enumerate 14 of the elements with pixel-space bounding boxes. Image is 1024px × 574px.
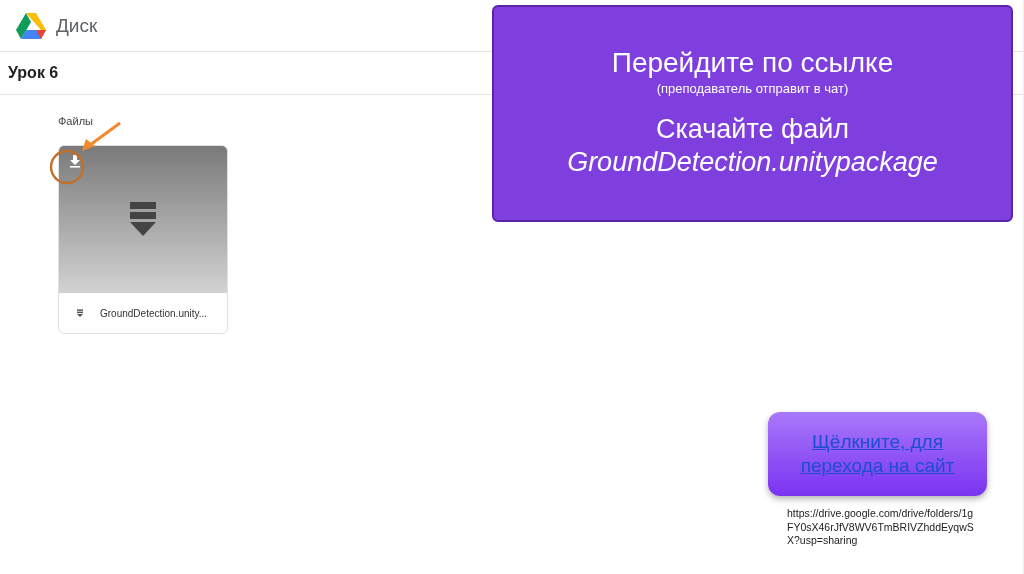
app-name: Диск (56, 14, 98, 37)
download-icon[interactable] (68, 154, 82, 168)
file-card[interactable]: GroundDetection.unity... (58, 145, 228, 334)
callout-heading: Перейдите по ссылке (611, 47, 894, 79)
section-label: Файлы (58, 115, 94, 127)
callout-filename: GroundDetection.unitypackage (567, 147, 938, 178)
callout-note: (преподаватель отправит в чат) (656, 81, 849, 96)
drive-logo-icon (16, 12, 46, 39)
file-name: GroundDetection.unity... (100, 307, 208, 319)
package-icon (77, 308, 83, 318)
package-icon (130, 201, 156, 238)
url-text: https://drive.google.com/drive/folders/1gFY0sX46rJfV8WV6TmBRIVZhddEyqwSX?usp=sharing (787, 507, 975, 548)
callout-action: Скачайте файл (655, 114, 850, 145)
folder-title: Урок 6 (8, 64, 59, 82)
